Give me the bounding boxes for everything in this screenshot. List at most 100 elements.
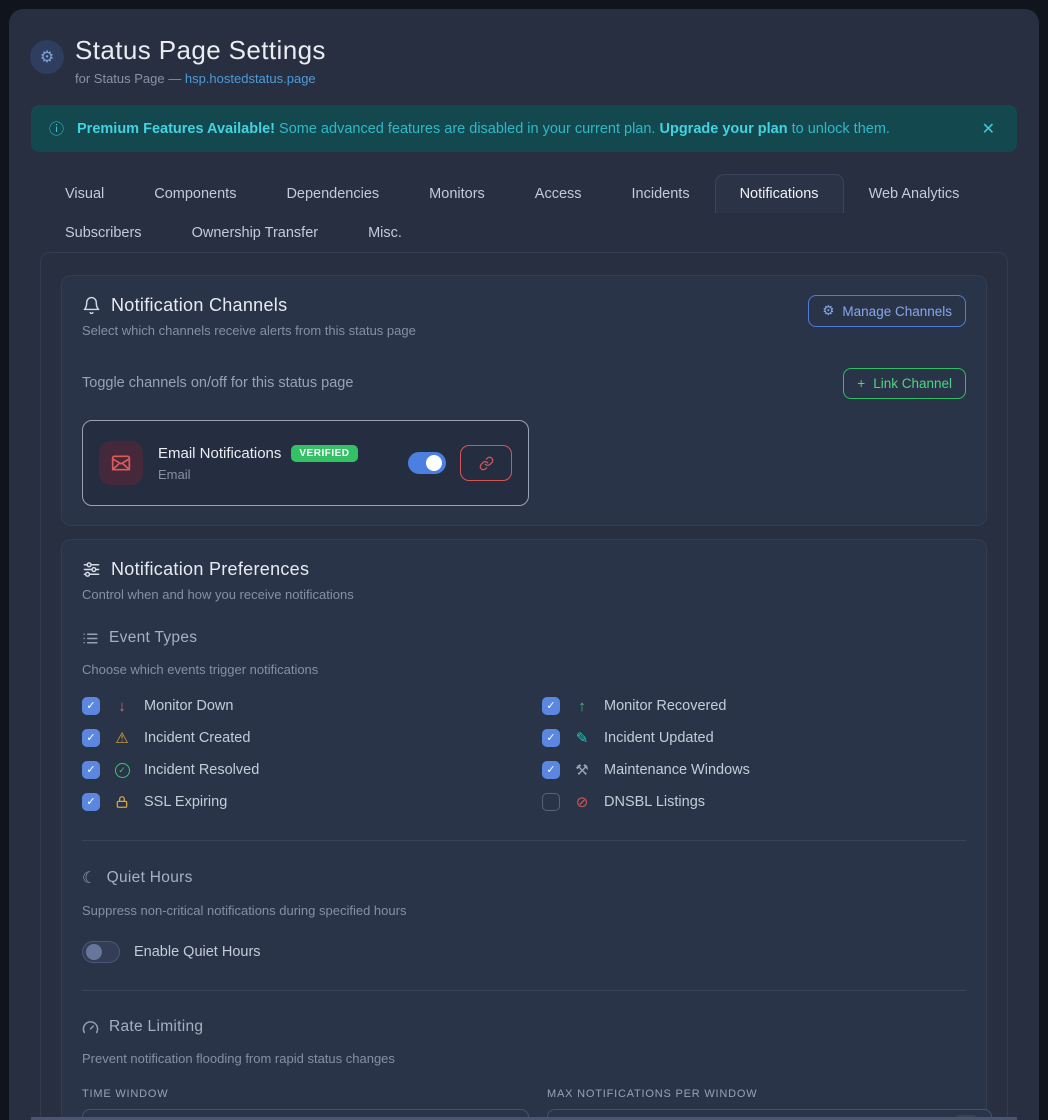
banner-end-text: to unlock them.	[788, 121, 890, 137]
check-circle-icon: ✓	[112, 763, 132, 778]
sliders-icon	[82, 560, 101, 579]
subtitle-text: for Status Page —	[75, 71, 185, 86]
rate-limiting-heading: Rate Limiting	[82, 1018, 966, 1036]
channel-type: Email	[158, 467, 358, 482]
event-types-heading-text: Event Types	[109, 629, 197, 647]
channels-section-subtitle: Select which channels receive alerts fro…	[82, 323, 416, 338]
event-type-label: Maintenance Windows	[604, 762, 750, 778]
preferences-section-title: Notification Preferences	[82, 559, 966, 580]
notification-preferences-section: Notification Preferences Control when an…	[61, 539, 987, 1120]
gear-icon: ⚙	[822, 303, 834, 319]
checkbox[interactable]: ✓	[82, 729, 100, 747]
checkbox[interactable]: ✓	[82, 697, 100, 715]
tab-components[interactable]: Components	[129, 174, 261, 213]
pencil-icon: ✎	[572, 729, 592, 747]
settings-tab-bar: Visual Components Dependencies Monitors …	[40, 174, 1000, 252]
tab-incidents[interactable]: Incidents	[607, 174, 715, 213]
check-icon: ✓	[86, 733, 95, 744]
rate-limiting-form: TIME WINDOW 15 minutes MAX NOTIFICATIONS…	[82, 1088, 966, 1120]
email-channel-card: Email Notifications VERIFIED Email	[82, 420, 529, 506]
event-types-grid: ✓ ↓ Monitor Down ✓ ↑ Monitor Recovered ✓…	[82, 695, 966, 813]
no-entry-icon: ⊘	[572, 793, 592, 811]
check-icon: ✓	[546, 765, 555, 776]
event-type-label: Incident Updated	[604, 730, 714, 746]
tab-ownership-transfer[interactable]: Ownership Transfer	[167, 213, 344, 252]
tab-access[interactable]: Access	[510, 174, 607, 213]
banner-bold-text: Premium Features Available!	[77, 121, 275, 137]
event-type-incident-created[interactable]: ✓ ⚠ Incident Created	[82, 727, 542, 749]
section-divider	[82, 990, 966, 991]
page-subtitle: for Status Page — hsp.hostedstatus.page	[75, 71, 326, 86]
link-icon	[479, 456, 494, 471]
check-icon: ✓	[86, 765, 95, 776]
checkbox[interactable]: ✓	[82, 761, 100, 779]
status-page-domain-link[interactable]: hsp.hostedstatus.page	[185, 71, 316, 86]
checkbox[interactable]: ✓	[542, 729, 560, 747]
event-types-heading: Event Types	[82, 629, 966, 647]
warning-triangle-icon: ⚠	[112, 729, 132, 747]
quiet-hours-toggle[interactable]	[82, 941, 120, 963]
event-type-ssl-expiring[interactable]: ✓ SSL Expiring	[82, 791, 542, 813]
event-type-dnsbl-listings[interactable]: ✓ ⊘ DNSBL Listings	[542, 791, 966, 813]
quiet-hours-heading: ☾ Quiet Hours	[82, 868, 966, 888]
checkbox[interactable]: ✓	[542, 697, 560, 715]
section-divider	[82, 840, 966, 841]
gear-icon: ⚙	[40, 47, 54, 67]
check-circle-glyph: ✓	[115, 763, 130, 778]
tab-visual[interactable]: Visual	[40, 174, 129, 213]
banner-text: Premium Features Available! Some advance…	[77, 121, 890, 137]
max-notifications-label: MAX NOTIFICATIONS PER WINDOW	[547, 1088, 992, 1100]
event-type-maintenance-windows[interactable]: ✓ ⚒ Maintenance Windows	[542, 759, 966, 781]
preferences-section-subtitle: Control when and how you receive notific…	[82, 587, 966, 602]
event-type-incident-resolved[interactable]: ✓ ✓ Incident Resolved	[82, 759, 542, 781]
verified-badge: VERIFIED	[291, 445, 357, 462]
status-page-settings-window: ⚙ Status Page Settings for Status Page —…	[9, 9, 1039, 1120]
channel-link-button[interactable]	[460, 445, 512, 481]
quiet-hours-heading-text: Quiet Hours	[107, 869, 193, 887]
notification-channels-section: Notification Channels Select which chann…	[61, 275, 987, 526]
upgrade-plan-link[interactable]: Upgrade your plan	[659, 121, 787, 137]
event-type-monitor-down[interactable]: ✓ ↓ Monitor Down	[82, 695, 542, 717]
arrow-up-icon: ↑	[572, 698, 592, 715]
page-title: Status Page Settings	[75, 35, 326, 65]
quiet-hours-description: Suppress non-critical notifications duri…	[82, 903, 966, 918]
tab-misc[interactable]: Misc.	[343, 213, 427, 252]
checkbox[interactable]: ✓	[82, 793, 100, 811]
link-channel-button[interactable]: + Link Channel	[843, 368, 966, 399]
lock-icon	[112, 795, 132, 809]
tab-subscribers[interactable]: Subscribers	[40, 213, 167, 252]
event-type-label: SSL Expiring	[144, 794, 227, 810]
event-type-incident-updated[interactable]: ✓ ✎ Incident Updated	[542, 727, 966, 749]
event-type-label: Incident Created	[144, 730, 250, 746]
event-type-monitor-recovered[interactable]: ✓ ↑ Monitor Recovered	[542, 695, 966, 717]
manage-channels-button[interactable]: ⚙ Manage Channels	[808, 295, 966, 327]
bell-icon	[82, 296, 101, 315]
tab-web-analytics[interactable]: Web Analytics	[844, 174, 985, 213]
channel-name: Email Notifications	[158, 445, 281, 462]
check-icon: ✓	[86, 701, 95, 712]
tab-notifications[interactable]: Notifications	[715, 174, 844, 213]
check-icon: ✓	[546, 733, 555, 744]
checkbox[interactable]: ✓	[542, 761, 560, 779]
plus-icon: +	[857, 376, 865, 391]
toggle-knob	[426, 455, 442, 471]
link-channel-label: Link Channel	[873, 376, 952, 391]
preferences-section-title-text: Notification Preferences	[111, 559, 309, 580]
checkbox[interactable]: ✓	[542, 793, 560, 811]
list-icon	[82, 630, 99, 647]
info-icon: ⓘ	[49, 118, 64, 139]
channels-section-title: Notification Channels	[82, 295, 416, 316]
banner-close-button[interactable]: ✕	[978, 119, 999, 139]
manage-channels-label: Manage Channels	[842, 304, 952, 319]
tab-monitors[interactable]: Monitors	[404, 174, 510, 213]
email-toggle[interactable]	[408, 452, 446, 474]
event-type-label: Incident Resolved	[144, 762, 259, 778]
tab-dependencies[interactable]: Dependencies	[261, 174, 404, 213]
notifications-tab-content: Notification Channels Select which chann…	[40, 252, 1008, 1120]
toggle-channels-hint: Toggle channels on/off for this status p…	[82, 375, 353, 391]
quiet-hours-toggle-label: Enable Quiet Hours	[134, 944, 261, 960]
gauge-icon	[82, 1019, 99, 1036]
envelope-icon	[111, 453, 131, 473]
toggle-knob	[86, 944, 102, 960]
settings-gear-badge: ⚙	[30, 40, 64, 74]
